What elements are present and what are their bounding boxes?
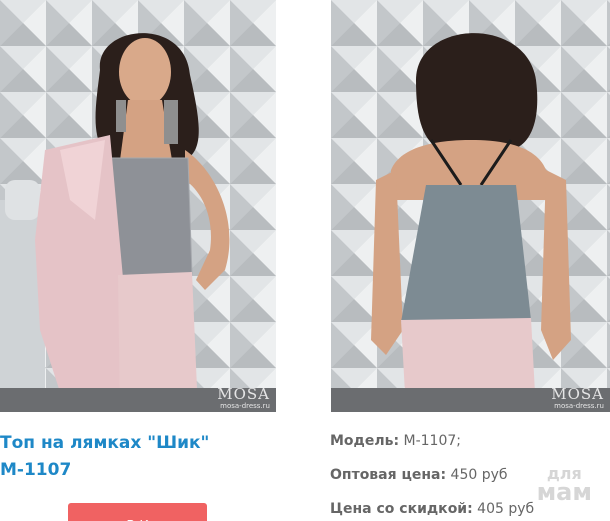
spec-row-model: Модель: М-1107; (330, 428, 600, 462)
photo-watermark-logo: MOSA (217, 385, 270, 403)
photo-watermark-logo: MOSA (551, 385, 604, 403)
photo-watermark: MOSA mosa-dress.ru (551, 387, 604, 410)
photo-watermark-url: mosa-dress.ru (220, 402, 270, 410)
spec-label: Модель: (330, 433, 400, 449)
product-page: MOSA mosa-dress.ru MOSA mosa-dress.ru То… (0, 0, 610, 521)
photo-watermark: MOSA mosa-dress.ru (217, 387, 270, 410)
spec-label: Оптовая цена: (330, 467, 447, 483)
spec-value: М-1107; (403, 433, 461, 449)
spec-label: Цена со скидкой: (330, 501, 473, 517)
site-watermark: для мам (536, 466, 592, 506)
add-to-cart-button[interactable]: В К (68, 503, 207, 521)
product-title-code: М-1107 (0, 460, 72, 480)
photo-watermark-url: mosa-dress.ru (554, 402, 604, 410)
spec-value: 405 руб (477, 501, 535, 517)
product-title-name: Топ на лямках "Шик" (0, 433, 210, 453)
product-title[interactable]: Топ на лямках "Шик" М-1107 (0, 430, 290, 484)
product-photo-front[interactable]: MOSA mosa-dress.ru (0, 0, 276, 412)
product-photo-front-image (0, 0, 276, 412)
product-photo-back-image (331, 0, 610, 412)
spec-value: 450 руб (450, 467, 508, 483)
product-photo-back[interactable]: MOSA mosa-dress.ru (331, 0, 610, 412)
site-watermark-line2: мам (536, 478, 592, 506)
